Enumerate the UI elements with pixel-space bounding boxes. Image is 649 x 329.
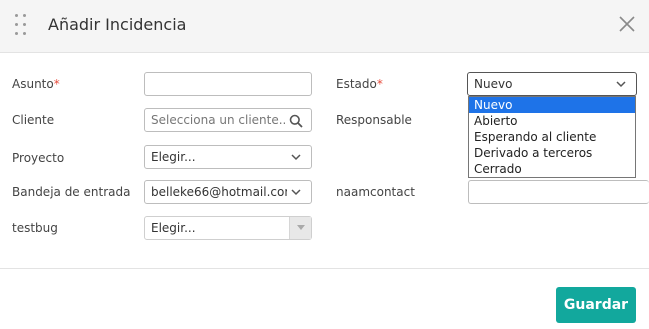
estado-select[interactable]: Nuevo — [467, 72, 637, 96]
testbug-label: testbug — [12, 221, 58, 235]
drag-handle-icon[interactable] — [15, 14, 27, 36]
chevron-down-icon — [616, 81, 626, 88]
proyecto-label: Proyecto — [12, 151, 65, 165]
estado-option-abierto[interactable]: Abierto — [469, 113, 635, 129]
estado-option-cerrado[interactable]: Cerrado — [469, 161, 635, 177]
responsable-label: Responsable — [336, 113, 412, 127]
estado-option-nuevo[interactable]: Nuevo — [469, 97, 635, 113]
caret-down-icon — [297, 225, 305, 230]
asunto-input[interactable] — [144, 72, 312, 96]
estado-option-esperando[interactable]: Esperando al cliente — [469, 129, 635, 145]
cliente-search-input[interactable]: Selecciona un cliente... — [144, 108, 312, 132]
bandeja-label: Bandeja de entrada — [12, 185, 131, 199]
dialog-header: Añadir Incidencia — [0, 0, 649, 53]
testbug-select[interactable]: Elegir... — [144, 216, 312, 240]
estado-label: Estado* — [336, 77, 383, 91]
estado-option-derivado[interactable]: Derivado a terceros — [469, 145, 635, 161]
chevron-down-icon — [291, 154, 301, 161]
chevron-down-icon — [291, 189, 301, 196]
close-icon[interactable] — [617, 14, 637, 34]
naamcontact-label: naamcontact — [336, 185, 415, 199]
dialog-title: Añadir Incidencia — [48, 15, 187, 34]
estado-options-list[interactable]: Nuevo Abierto Esperando al cliente Deriv… — [468, 96, 636, 178]
cliente-label: Cliente — [12, 113, 55, 127]
footer-divider — [0, 268, 649, 269]
proyecto-select[interactable]: Elegir... — [144, 145, 312, 169]
save-button[interactable]: Guardar — [556, 287, 636, 323]
bandeja-select[interactable]: belleke66@hotmail.com — [144, 180, 312, 204]
testbug-dropdown-button[interactable] — [289, 217, 311, 239]
asunto-label: Asunto* — [12, 77, 60, 91]
naamcontact-input[interactable] — [468, 180, 649, 204]
search-icon — [289, 114, 303, 128]
